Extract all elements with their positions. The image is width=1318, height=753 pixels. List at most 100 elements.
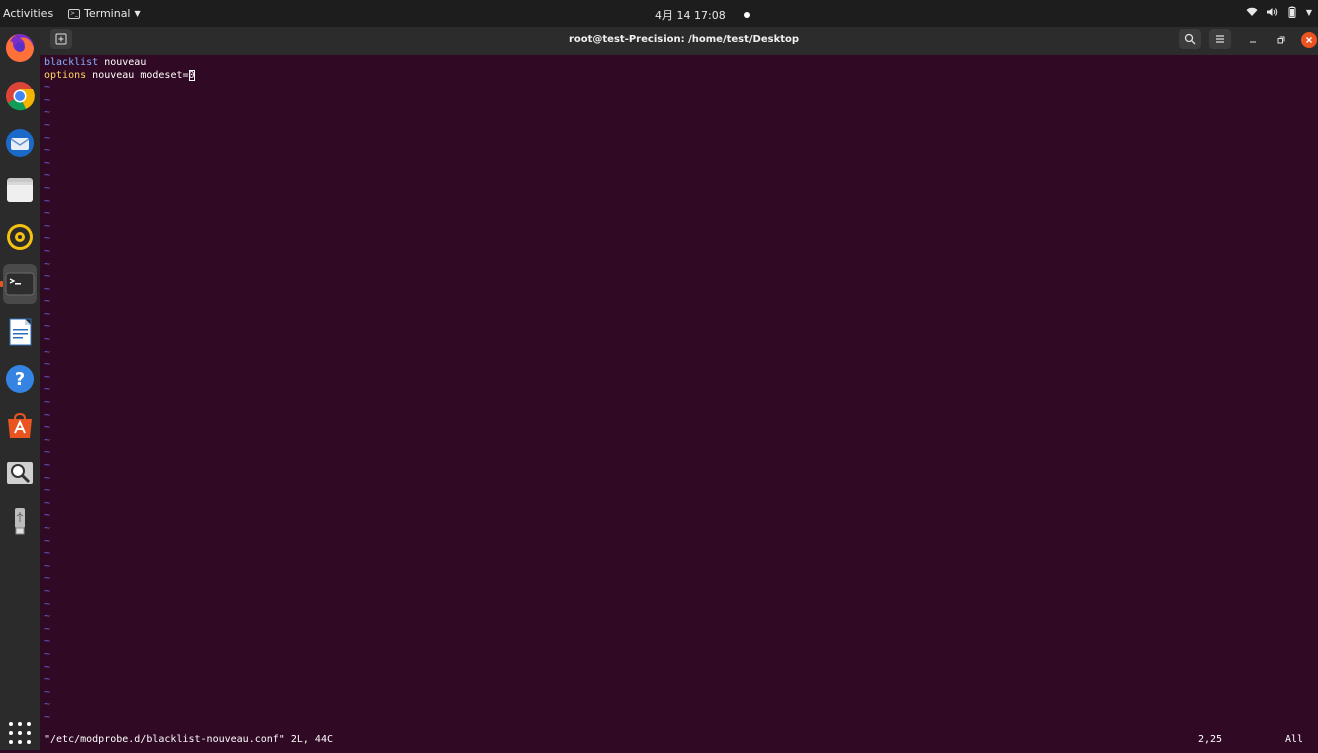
empty-line-marker: ~ [44,422,51,434]
vim-status-line: "/etc/modprobe.d/blacklist-nouveau.conf"… [44,734,1314,748]
empty-line-marker: ~ [44,334,51,346]
dock-item-usb-drive[interactable] [3,501,37,541]
app-menu[interactable]: >_ Terminal ▼ [68,7,141,20]
empty-line-marker: ~ [44,699,51,711]
menu-button[interactable] [1209,29,1231,49]
close-button[interactable] [1301,32,1317,48]
empty-line-marker: ~ [44,220,51,232]
thunderbird-icon [6,129,34,157]
minimize-button[interactable] [1245,32,1261,48]
empty-lines: ~ ~ ~ ~ ~ ~ ~ ~ ~ ~ ~ ~ ~ ~ ~ ~ ~ ~ ~ ~ ~ ~ ~ ~ ~ ~ ~ ~ ~ ~ ~ ~ ~ ~ ~ ~ ~ ~ ~ ~… [44,82,1314,724]
empty-line-marker: ~ [44,460,51,471]
empty-line-marker: ~ [44,245,51,257]
empty-line-marker: ~ [44,535,51,547]
text-cursor: 0 [188,69,195,81]
dock-item-writer[interactable] [3,312,37,352]
empty-line-marker: ~ [44,170,51,182]
empty-line-marker: ~ [44,636,51,648]
empty-line-marker: ~ [44,611,51,623]
empty-line-marker: ~ [44,119,51,131]
usb-drive-icon [15,508,25,535]
window-title: root@test-Precision: /home/test/Desktop [568,34,800,45]
restore-icon [1277,36,1285,44]
title-bar[interactable]: root@test-Precision: /home/test/Desktop [40,27,1318,55]
empty-line-marker: ~ [44,82,51,94]
empty-line-marker: ~ [44,182,51,194]
empty-line-marker: ~ [44,157,51,169]
firefox-icon [6,34,34,62]
svg-text:?: ? [15,369,25,390]
empty-line-marker: ~ [44,321,51,333]
dock: ? [0,27,40,750]
chevron-down-icon: ▼ [1305,7,1312,17]
empty-line-marker: ~ [44,585,51,597]
dock-item-chrome[interactable] [3,76,37,116]
empty-line-marker: ~ [44,397,51,409]
empty-line-marker: ~ [44,661,51,673]
empty-line-marker: ~ [44,485,51,497]
wifi-icon [1246,7,1258,17]
keyword-blacklist: blacklist [44,57,99,68]
chrome-icon [6,82,35,111]
close-icon [1306,37,1312,43]
show-apps-icon [9,722,31,744]
empty-line-marker: ~ [44,258,51,270]
search-icon [1184,33,1196,45]
empty-line-marker: ~ [44,548,51,560]
empty-line-marker: ~ [44,497,51,509]
clock[interactable]: 4月 14 17:08 [655,7,750,23]
writer-icon [9,318,32,346]
clock-label: 4月 14 17:08 [655,9,726,22]
empty-line-marker: ~ [44,711,51,723]
empty-line-marker: ~ [44,283,51,295]
files-icon [7,178,33,202]
empty-line-marker: ~ [44,384,51,396]
dock-item-files[interactable] [3,170,37,210]
empty-line-marker: ~ [44,648,51,660]
empty-line-marker: ~ [44,296,51,308]
empty-line-marker: ~ [44,94,51,106]
line-text: nouveau modeset= [86,69,189,81]
dock-item-show-apps[interactable] [3,713,37,753]
empty-line-marker: ~ [44,447,51,459]
editor-line: options nouveau modeset=0 [44,69,1314,83]
empty-line-marker: ~ [44,623,51,635]
app-menu-label: Terminal [84,7,131,20]
empty-line-marker: ~ [44,208,51,220]
empty-line-marker: ~ [44,371,51,383]
rhythmbox-icon [7,224,33,250]
dock-item-image-viewer[interactable] [3,453,37,493]
empty-line-marker: ~ [44,145,51,157]
empty-line-marker: ~ [44,346,51,358]
help-icon: ? [6,365,34,393]
image-viewer-icon [7,462,33,484]
dock-item-help[interactable]: ? [3,359,37,399]
empty-line-marker: ~ [44,409,51,421]
activities-button[interactable]: Activities [3,7,53,20]
dock-item-firefox[interactable] [3,28,37,68]
empty-line-marker: ~ [44,472,51,484]
empty-line-marker: ~ [44,308,51,320]
search-button[interactable] [1179,29,1201,49]
vim-editor[interactable]: blacklist nouveau options nouveau modese… [44,57,1314,747]
system-tray[interactable]: ▼ [1246,6,1312,18]
dock-item-terminal[interactable] [0,264,37,304]
keyword-options: options [44,69,87,81]
empty-line-marker: ~ [44,522,51,534]
restore-button[interactable] [1273,32,1289,48]
empty-line-marker: ~ [44,560,51,572]
empty-line-marker: ~ [44,359,51,371]
hamburger-icon [1216,35,1224,43]
empty-line-marker: ~ [44,195,51,207]
dock-item-rhythmbox[interactable] [3,217,37,257]
empty-line-marker: ~ [44,434,51,446]
scroll-percent: All [1285,734,1304,745]
dock-item-software[interactable] [3,406,37,446]
dock-item-thunderbird[interactable] [3,123,37,163]
notification-dot-icon [743,12,750,18]
line-text: nouveau [98,57,147,68]
top-bar: Activities >_ Terminal ▼ 4月 14 17:08 ▼ [0,0,1318,27]
cursor-position: 2,25 [1198,734,1223,745]
empty-line-marker: ~ [44,271,51,283]
minimize-icon [1250,41,1256,43]
